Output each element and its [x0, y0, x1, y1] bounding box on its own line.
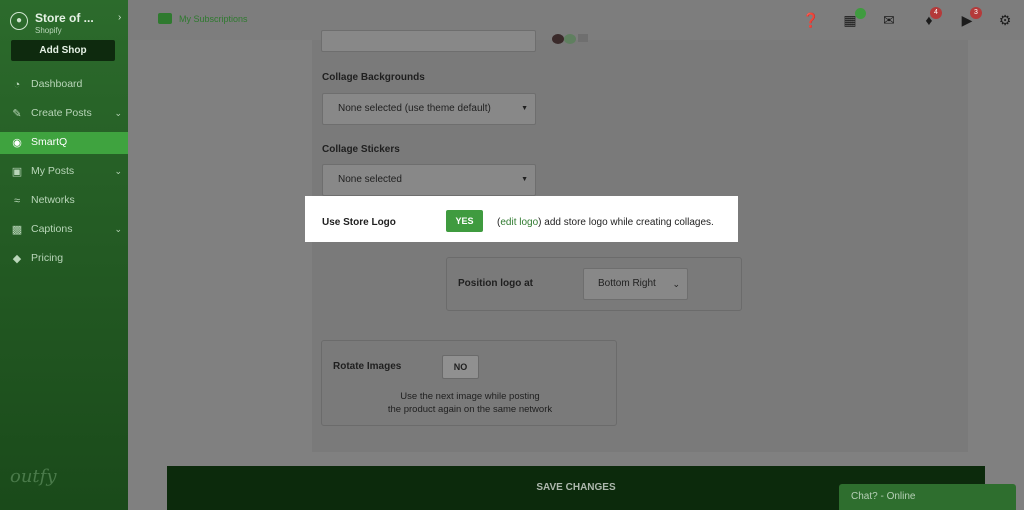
chevron-down-icon: ⌄	[114, 166, 122, 176]
chat-widget[interactable]: Chat? - Online	[839, 484, 1016, 510]
collage-stickers-label: Collage Stickers	[322, 144, 400, 155]
rotate-images-hint-line1: Use the next image while posting	[400, 391, 540, 402]
position-logo-value: Bottom Right	[598, 278, 656, 289]
use-store-logo-row: Use Store Logo YES (edit logo) add store…	[305, 196, 738, 242]
position-logo-label: Position logo at	[458, 278, 533, 289]
use-store-logo-help-text: ) add store logo while creating collages…	[538, 217, 714, 228]
caret-down-icon: ▼	[521, 105, 528, 112]
store-name: Store of ...	[35, 11, 94, 25]
chevron-down-icon: ⌄	[114, 108, 122, 118]
my-subscriptions-label: My Subscriptions	[179, 14, 248, 24]
wifi-icon: ≈	[13, 195, 21, 207]
collage-backgrounds-label: Collage Backgrounds	[322, 72, 425, 83]
sidebar-item-dashboard[interactable]: ◔ Dashboard	[0, 74, 128, 103]
sidebar-item-pricing[interactable]: ◆ Pricing	[0, 248, 128, 277]
sidebar-item-label: Networks	[31, 194, 75, 206]
store-avatar-icon: ●	[10, 12, 28, 30]
sidebar-item-smartq[interactable]: ◉ SmartQ	[0, 132, 128, 154]
rotate-images-hint-line2: the product again on the same network	[387, 404, 553, 415]
sidebar-item-label: SmartQ	[31, 136, 68, 148]
collage-stickers-value: None selected	[338, 174, 402, 185]
collage-backgrounds-value: None selected (use theme default)	[338, 103, 491, 114]
use-store-logo-description: (edit logo) add store logo while creatin…	[497, 217, 714, 228]
chevron-down-icon: ⌄	[672, 279, 680, 289]
tag-icon: ◆	[12, 253, 22, 265]
sidebar-item-networks[interactable]: ≈ Networks	[0, 190, 128, 219]
collage-thumbnails	[552, 34, 622, 46]
chevron-right-icon[interactable]: ›	[118, 12, 121, 23]
sidebar-item-label: Create Posts	[31, 107, 92, 119]
wallet-icon	[158, 13, 172, 24]
position-logo-box: Position logo at Bottom Right ⌄	[446, 257, 742, 311]
comment-icon: ▩	[11, 224, 23, 236]
caret-down-icon: ▼	[521, 176, 528, 183]
inbox-icon: ▣	[11, 166, 23, 178]
sidebar-item-label: Pricing	[31, 252, 64, 264]
sidebar-item-label: Captions	[31, 223, 73, 235]
store-platform: Shopify	[35, 26, 62, 35]
thumbnail-image	[564, 34, 576, 44]
use-store-logo-label: Use Store Logo	[322, 217, 396, 228]
sidebar-nav: ◔ Dashboard ✎ Create Posts ⌄ ◉ SmartQ ▣ …	[0, 74, 128, 277]
collage-theme-select[interactable]	[321, 30, 536, 52]
chevron-down-icon: ⌄	[114, 224, 122, 234]
rotate-images-toggle[interactable]: NO	[442, 355, 479, 379]
brand-logo: outfy	[10, 466, 57, 487]
sidebar-item-create-posts[interactable]: ✎ Create Posts ⌄	[0, 103, 128, 132]
rotate-images-label: Rotate Images	[333, 361, 402, 372]
notification-badge: 4	[930, 7, 942, 19]
sidebar-item-my-posts[interactable]: ▣ My Posts ⌄	[0, 161, 128, 190]
calendar-status-badge	[855, 8, 866, 19]
add-shop-button[interactable]: Add Shop	[11, 40, 115, 61]
edit-logo-link[interactable]: edit logo	[500, 217, 538, 228]
collage-stickers-select[interactable]: None selected ▼	[322, 164, 536, 196]
gauge-icon: ◔	[13, 79, 21, 91]
sidebar-item-label: My Posts	[31, 165, 75, 177]
sidebar-item-captions[interactable]: ▩ Captions ⌄	[0, 219, 128, 248]
use-store-logo-toggle[interactable]: YES	[446, 210, 483, 232]
sidebar: ● Store of ... Shopify › Add Shop ◔ Dash…	[0, 0, 128, 510]
collage-backgrounds-select[interactable]: None selected (use theme default) ▼	[322, 93, 536, 125]
mail-icon[interactable]: ✉	[880, 11, 898, 29]
help-icon[interactable]: ❓	[802, 11, 820, 29]
eye-icon: ◉	[12, 137, 22, 149]
position-logo-select[interactable]: Bottom Right ⌄	[583, 268, 688, 300]
thumbnail-image	[552, 34, 564, 44]
smartq-settings-panel: Collage Backgrounds None selected (use t…	[312, 30, 968, 452]
pencil-icon: ✎	[12, 108, 22, 120]
announcement-badge: 3	[970, 7, 982, 19]
rotate-images-box: Rotate Images NO Use the next image whil…	[321, 340, 617, 426]
gear-icon[interactable]: ⚙	[996, 11, 1014, 29]
sidebar-item-label: Dashboard	[31, 78, 83, 90]
thumbnail-image	[578, 34, 588, 42]
store-switcher[interactable]: ● Store of ... Shopify ›	[10, 10, 122, 38]
